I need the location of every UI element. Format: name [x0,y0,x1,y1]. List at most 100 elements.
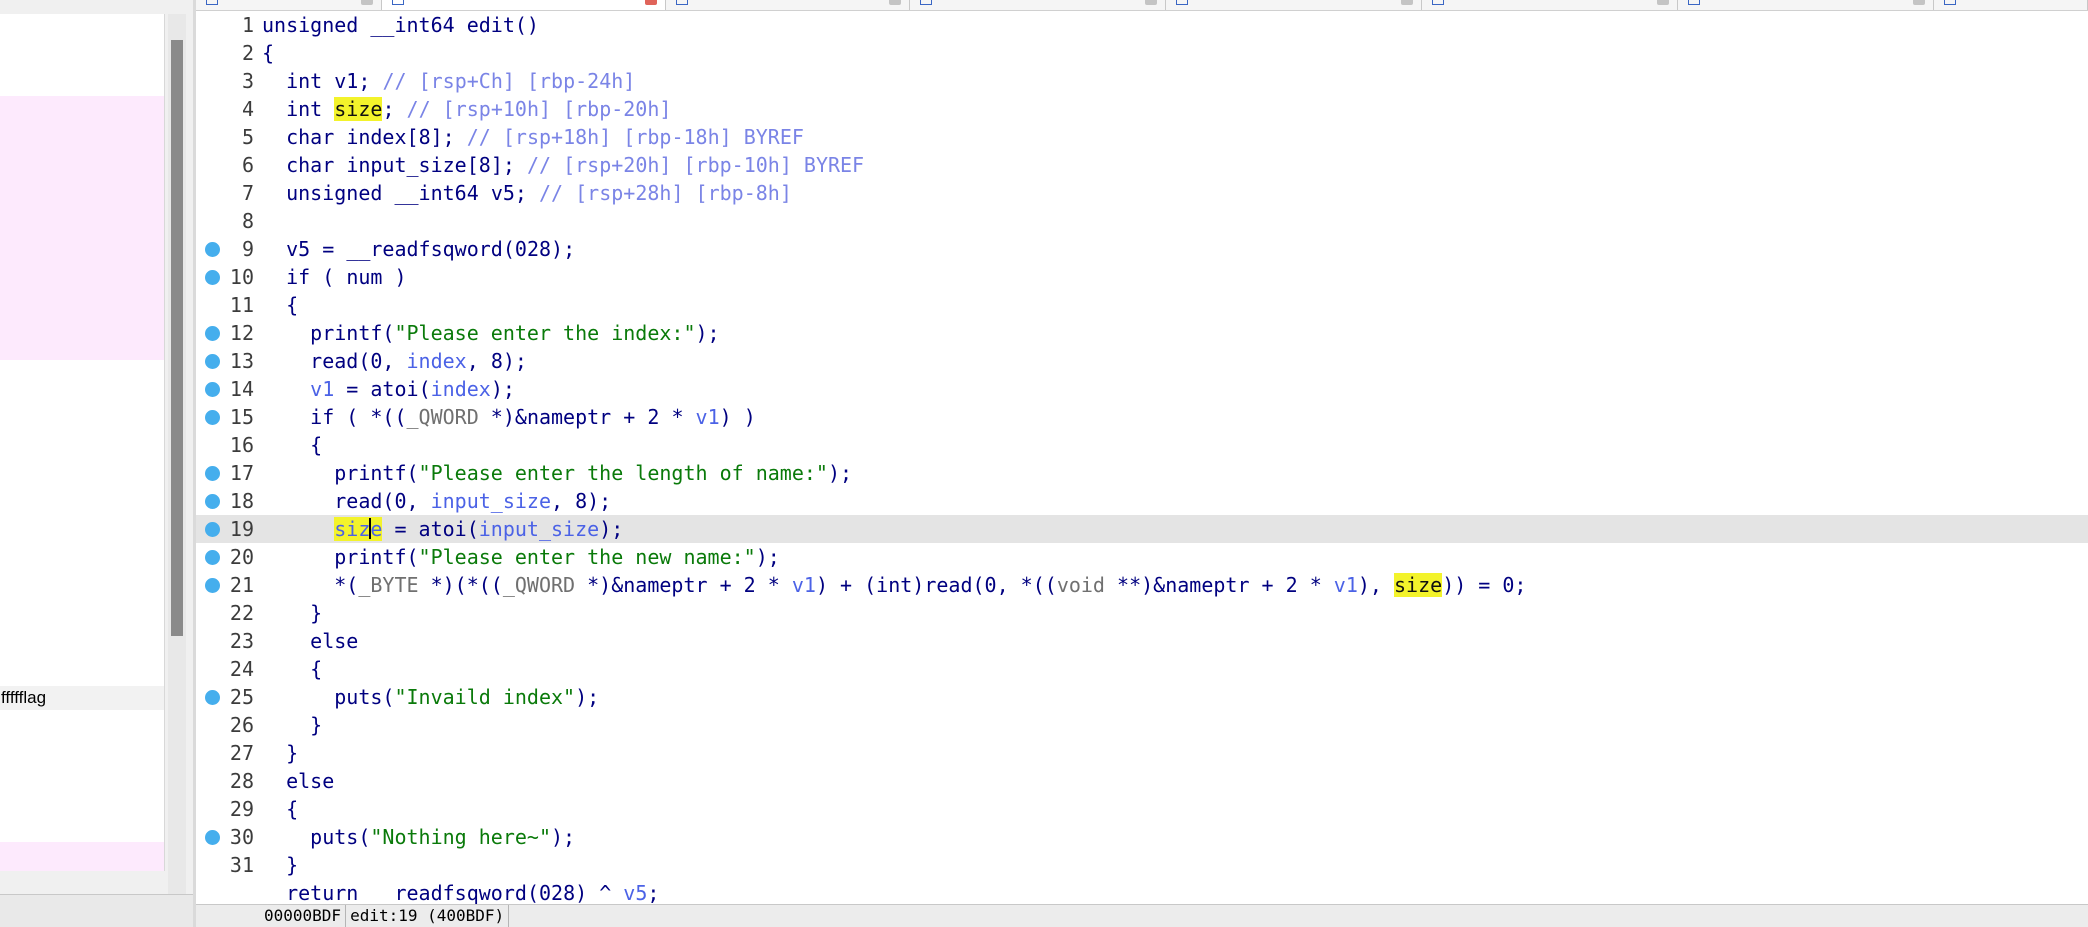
code-line[interactable]: 21 *(_BYTE *)(*((_QWORD *)&nameptr + 2 *… [196,571,2088,599]
breakpoint-dot-icon[interactable] [205,494,220,509]
code-line[interactable]: 20 printf("Please enter the new name:"); [196,543,2088,571]
code-line[interactable]: 31 } [196,851,2088,879]
code-text[interactable]: puts("Nothing here~"); [262,823,575,851]
breakpoint-dot-icon[interactable] [205,522,220,537]
code-text[interactable]: if ( *((_QWORD *)&nameptr + 2 * v1) ) [262,403,756,431]
code-line[interactable]: 5 char index[8]; // [rsp+18h] [rbp-18h] … [196,123,2088,151]
function-list[interactable]: ffffflag [0,14,165,871]
code-text[interactable]: } [262,739,298,767]
code-text[interactable]: printf("Please enter the length of name:… [262,459,852,487]
list-item-selected[interactable]: ffffflag [0,686,164,710]
code-text[interactable]: char input_size[8]; // [rsp+20h] [rbp-10… [262,151,864,179]
breakpoint-dot-icon[interactable] [205,270,220,285]
code-text[interactable]: *(_BYTE *)(*((_QWORD *)&nameptr + 2 * v1… [262,571,1526,599]
code-text[interactable]: { [262,655,322,683]
code-line[interactable]: 1 unsigned __int64 edit() [196,11,2088,39]
code-line[interactable]: 10 if ( num ) [196,263,2088,291]
left-panel-footer [0,894,196,927]
breakpoint-dot-icon[interactable] [205,830,220,845]
code-line[interactable]: 6 char input_size[8]; // [rsp+20h] [rbp-… [196,151,2088,179]
code-text[interactable]: return __readfsqword(028) ^ v5; [262,879,659,904]
code-text[interactable]: int size; // [rsp+10h] [rbp-20h] [262,95,671,123]
left-scrollbar-thumb[interactable] [171,40,183,636]
code-text[interactable]: } [262,711,322,739]
code-text[interactable]: printf("Please enter the new name:"); [262,543,780,571]
pseudocode-view[interactable]: 1 unsigned __int64 edit() 2{3 int v1; // [… [196,11,2088,904]
line-number: 22 [229,601,254,625]
code-text[interactable]: } [262,599,322,627]
code-line[interactable]: 17 printf("Please enter the length of na… [196,459,2088,487]
tab-pseudocode[interactable] [382,0,666,10]
close-icon[interactable] [1145,0,1157,5]
code-text[interactable]: unsigned __int64 edit() [262,11,539,39]
close-icon[interactable] [1913,0,1925,5]
code-line[interactable]: 26 } [196,711,2088,739]
code-line[interactable]: 16 { [196,431,2088,459]
code-line[interactable]: 19 size = atoi(input_size); [196,515,2088,543]
code-text[interactable]: else [262,627,358,655]
code-line[interactable]: 12 printf("Please enter the index:"); [196,319,2088,347]
close-icon[interactable] [889,0,901,5]
code-text[interactable]: printf("Please enter the index:"); [262,319,719,347]
code-text[interactable]: { [262,39,274,67]
tab-strings[interactable] [666,0,910,10]
code-line[interactable]: 28 else [196,767,2088,795]
breakpoint-dot-icon[interactable] [205,550,220,565]
code-text[interactable]: v5 = __readfsqword(028); [262,235,575,263]
imports-icon [1688,0,1700,5]
code-text[interactable]: size = atoi(input_size); [262,515,623,543]
code-line[interactable]: 11 { [196,291,2088,319]
code-text[interactable]: puts("Invaild index"); [262,683,599,711]
code-line[interactable]: 18 read(0, input_size, 8); [196,487,2088,515]
tab-ida-view[interactable] [196,0,382,10]
code-line[interactable]: 23 else [196,627,2088,655]
code-line[interactable]: 27 } [196,739,2088,767]
left-scrollbar[interactable] [168,14,186,894]
code-line[interactable]: 2{ [196,39,2088,67]
breakpoint-dot-icon[interactable] [205,690,220,705]
code-line[interactable]: 15 if ( *((_QWORD *)&nameptr + 2 * v1) ) [196,403,2088,431]
close-icon[interactable] [1657,0,1669,5]
code-line[interactable]: 13 read(0, index, 8); [196,347,2088,375]
breakpoint-dot-icon[interactable] [205,242,220,257]
code-text[interactable]: unsigned __int64 v5; // [rsp+28h] [rbp-8… [262,179,792,207]
code-line[interactable]: 22 } [196,599,2088,627]
close-icon[interactable] [645,0,657,5]
code-text[interactable]: { [262,431,322,459]
code-line[interactable]: 9 v5 = __readfsqword(028); [196,235,2088,263]
breakpoint-dot-icon[interactable] [205,326,220,341]
code-text[interactable]: if ( num ) [262,263,406,291]
close-icon[interactable] [1401,0,1413,5]
close-icon[interactable] [361,0,373,5]
code-text[interactable]: char index[8]; // [rsp+18h] [rbp-18h] BY… [262,123,804,151]
tab-exports[interactable] [1934,0,2088,10]
breakpoint-dot-icon[interactable] [205,382,220,397]
breakpoint-dot-icon[interactable] [205,578,220,593]
left-panel: ffffflag [0,0,196,927]
code-text[interactable]: int v1; // [rsp+Ch] [rbp-24h] [262,67,635,95]
code-line[interactable]: 29 { [196,795,2088,823]
breakpoint-dot-icon[interactable] [205,466,220,481]
breakpoint-dot-icon[interactable] [205,354,220,369]
code-text[interactable]: } [262,851,298,879]
code-line[interactable]: 14 v1 = atoi(index); [196,375,2088,403]
code-text[interactable]: read(0, input_size, 8); [262,487,611,515]
tab-imports[interactable] [1678,0,1934,10]
tab-hex-view[interactable] [910,0,1166,10]
tab-enums[interactable] [1422,0,1678,10]
code-line[interactable]: 7 unsigned __int64 v5; // [rsp+28h] [rbp… [196,179,2088,207]
breakpoint-dot-icon[interactable] [205,410,220,425]
code-text[interactable]: v1 = atoi(index); [262,375,515,403]
code-line[interactable]: 3 int v1; // [rsp+Ch] [rbp-24h] [196,67,2088,95]
code-line[interactable]: return __readfsqword(028) ^ v5; [196,879,2088,904]
code-text[interactable]: { [262,291,298,319]
code-line[interactable]: 30 puts("Nothing here~"); [196,823,2088,851]
code-line[interactable]: 4 int size; // [rsp+10h] [rbp-20h] [196,95,2088,123]
code-text[interactable]: { [262,795,298,823]
tab-structures[interactable] [1166,0,1422,10]
code-line[interactable]: 8 [196,207,2088,235]
code-line[interactable]: 24 { [196,655,2088,683]
code-line[interactable]: 25 puts("Invaild index"); [196,683,2088,711]
code-text[interactable]: read(0, index, 8); [262,347,527,375]
code-text[interactable]: else [262,767,334,795]
